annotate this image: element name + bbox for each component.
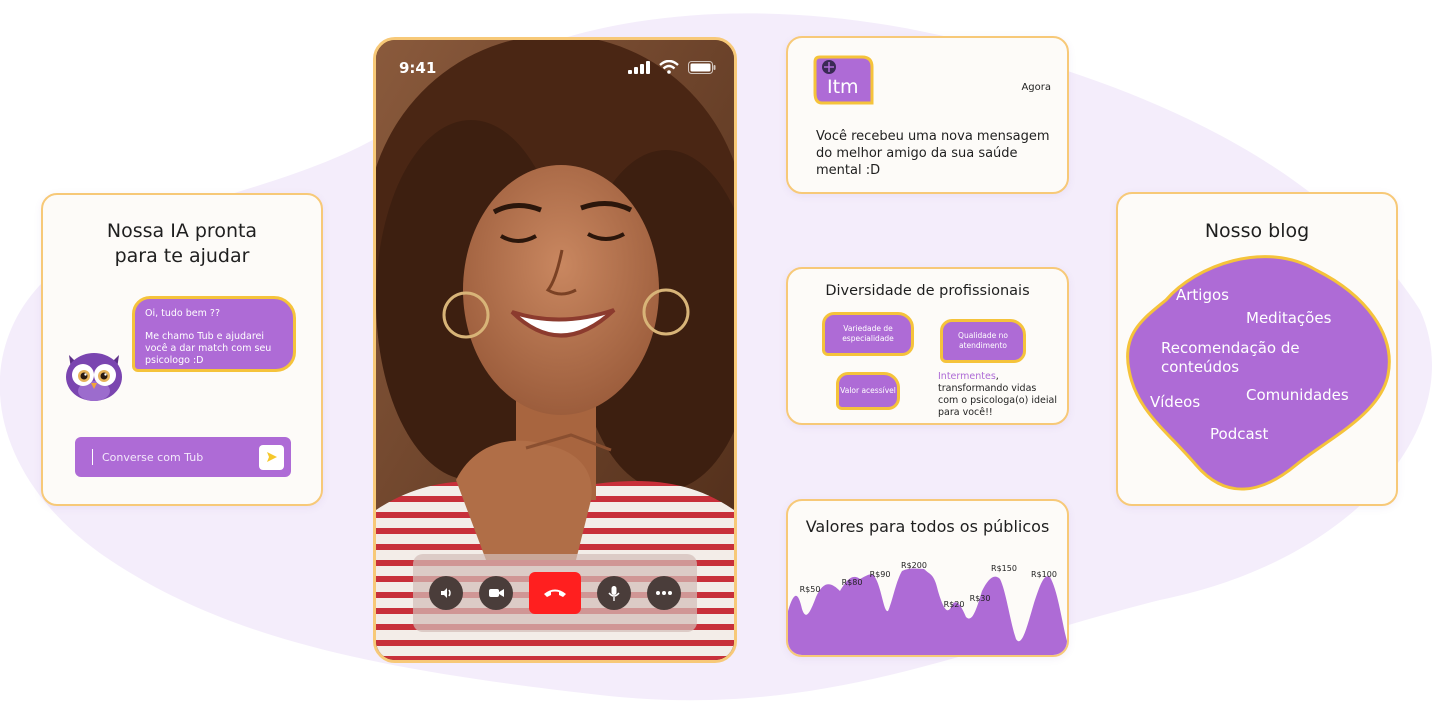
price-label-30: R$30 [970,594,991,603]
status-bar-time: 9:41 [399,59,437,77]
camera-button[interactable] [479,576,513,610]
price-label-100: R$100 [1031,570,1057,579]
diversity-card: Diversidade de profissionais Variedade d… [786,267,1069,425]
text-caret [92,449,93,465]
video-call-phone: 9:41 [373,37,737,663]
price-wave-chart: R$50 R$80 R$90 R$200 R$20 R$30 R$150 R$1… [788,561,1067,655]
prices-title: Valores para todos os públicos [805,517,1050,536]
intermentes-logo: Itm [813,55,874,105]
diversity-title: Diversidade de profissionais [825,283,1030,299]
price-wave-area [788,568,1067,655]
price-label-200: R$200 [901,561,927,570]
price-label-80: R$80 [842,578,863,587]
signal-icon [628,60,650,74]
ai-bubble-greeting: Oi, tudo bem ?? [145,308,220,319]
price-label-150: R$150 [991,564,1017,573]
more-dots-icon [656,591,672,595]
microphone-icon [608,585,620,601]
send-button[interactable] [259,444,284,470]
speaker-button[interactable] [429,576,463,610]
notification-card: Itm Agora Você recebeu uma nova mensagem… [786,36,1069,194]
chip-variedade: Variedade de especialidade [822,312,914,356]
blog-card: Nosso blog Artigos Meditações Recomendaç… [1116,192,1398,506]
wifi-icon [659,60,679,74]
more-options-button[interactable] [647,576,681,610]
status-bar-icons [628,60,716,74]
blog-title: Nosso blog [1204,220,1310,242]
blog-item-meditacoes[interactable]: Meditações [1246,309,1331,328]
battery-icon [688,60,716,74]
chat-input-bar[interactable] [75,437,291,477]
notification-message: Você recebeu uma nova mensagem do melhor… [816,129,1050,178]
speaker-icon [441,588,451,598]
blog-item-podcast[interactable]: Podcast [1210,425,1268,444]
chip-valor: Valor acessível [836,372,900,410]
chat-input[interactable] [100,449,259,465]
send-arrow-icon [266,452,277,462]
mute-button[interactable] [597,576,631,610]
video-camera-icon [488,589,504,597]
prices-card: Valores para todos os públicos R$50 R$80… [786,499,1069,657]
blog-item-artigos[interactable]: Artigos [1176,286,1229,305]
brand-name: Intermentes [938,371,996,382]
hang-up-icon [544,589,566,597]
price-label-20: R$20 [944,600,965,609]
end-call-button[interactable] [529,572,581,614]
notification-time: Agora [1021,82,1051,93]
diversity-tagline: Intermentes, transformando vidas com o p… [938,371,1058,419]
ai-assistant-card: Nossa IA pronta para te ajudar Oi, tudo … [41,193,323,506]
landing-canvas: Nossa IA pronta para te ajudar Oi, tudo … [0,0,1440,705]
ai-chat-bubble: Oi, tudo bem ?? Me chamo Tub e ajudarei … [132,296,296,372]
ai-bubble-intro: Me chamo Tub e ajudarei você a dar match… [145,331,272,366]
svg-text:Itm: Itm [827,76,859,98]
owl-mascot-icon [66,353,122,401]
blog-item-videos[interactable]: Vídeos [1150,393,1200,412]
chip-qualidade: Qualidade no atendimento [940,319,1026,363]
blog-item-comunidades[interactable]: Comunidades [1246,386,1349,405]
price-label-50: R$50 [800,585,821,594]
price-label-90: R$90 [870,570,891,579]
ai-card-title: Nossa IA pronta para te ajudar [106,220,258,267]
call-controls [413,554,697,632]
blog-item-recomendacao[interactable]: Recomendação de conteúdos [1161,339,1331,377]
